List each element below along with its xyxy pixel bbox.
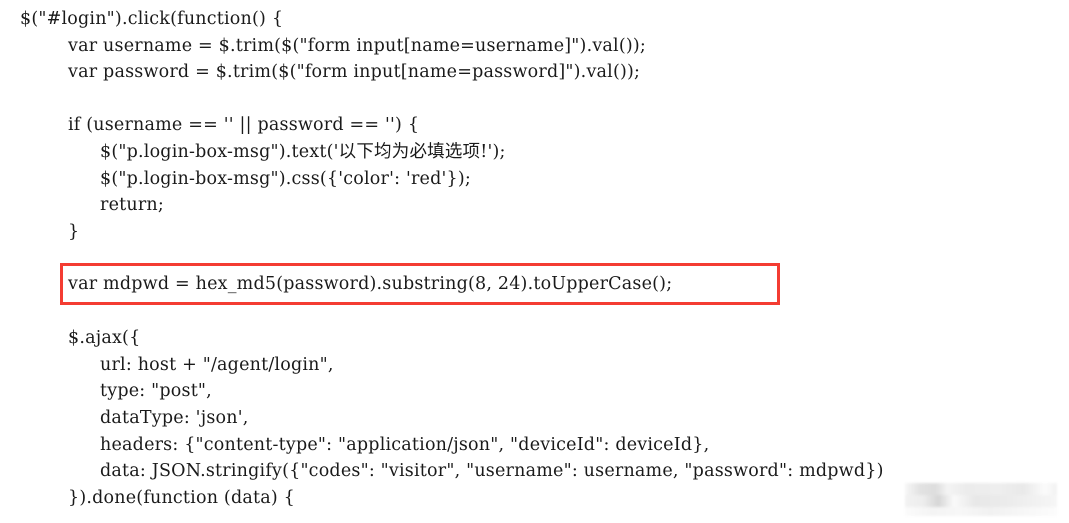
code-line: type: "post", — [100, 381, 212, 402]
code-line: headers: {"content-type": "application/j… — [100, 434, 710, 455]
code-line: if (username == '' || password == '') { — [68, 115, 420, 136]
code-line-spacer — [0, 299, 1069, 326]
code-line: $.ajax({ — [68, 328, 141, 349]
code-line: url: host + "/agent/login", — [100, 354, 334, 375]
code-line: dataType: 'json', — [100, 407, 249, 428]
code-line: var username = $.trim($("form input[name… — [68, 35, 647, 56]
code-block: $("#login").click(function() { var usern… — [0, 0, 1069, 511]
watermark-row — [905, 507, 1057, 516]
highlighted-code-line: var mdpwd = hex_md5(password).substring(… — [68, 274, 673, 294]
code-line: $("p.login-box-msg").css({'color': 'red'… — [100, 168, 471, 189]
blurred-watermark — [905, 483, 1057, 516]
code-line: return; — [100, 195, 164, 216]
code-line: data: JSON.stringify({"codes": "visitor"… — [100, 461, 884, 482]
code-screenshot: $("#login").click(function() { var usern… — [0, 0, 1069, 523]
code-line: $("#login").click(function() { — [20, 9, 284, 29]
code-line: var password = $.trim($("form input[name… — [68, 62, 641, 83]
code-line: $("p.login-box-msg").text('以下均为必填选项!'); — [100, 141, 506, 162]
code-line: } — [68, 221, 80, 242]
watermark-row — [905, 495, 1057, 507]
watermark-row — [905, 483, 1057, 495]
